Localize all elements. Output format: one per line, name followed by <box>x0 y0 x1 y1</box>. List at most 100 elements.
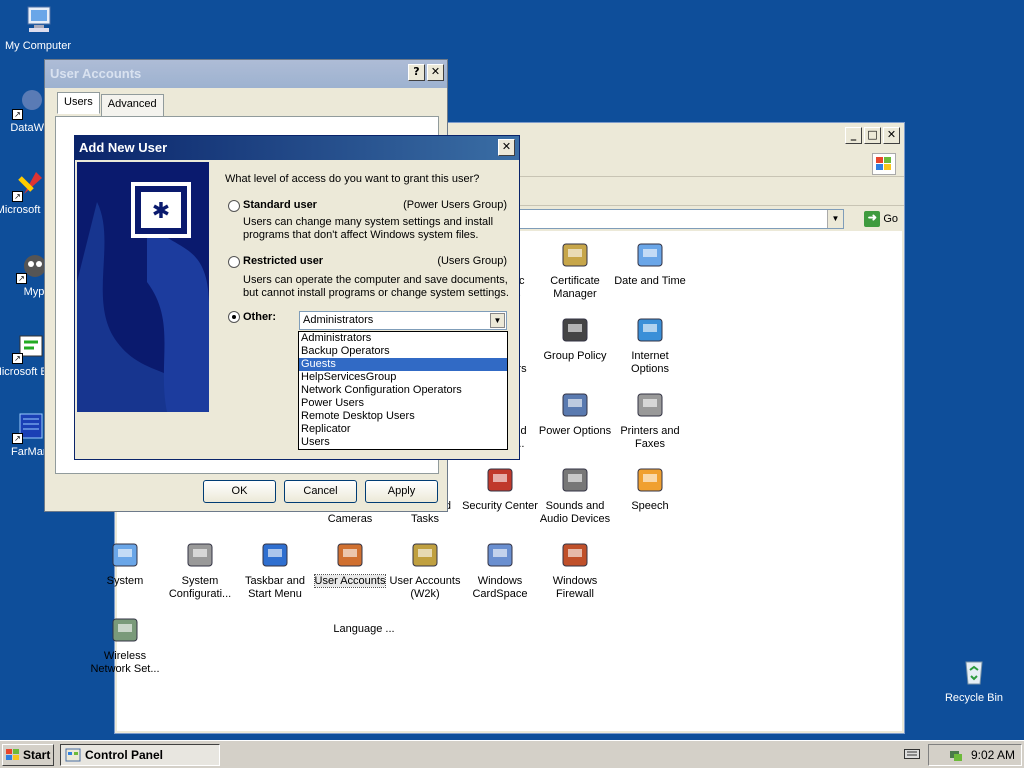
recycle-bin-icon <box>958 656 990 688</box>
internet-options-icon <box>634 314 666 346</box>
cp-item-windows-cardspace[interactable]: Windows CardSpace <box>461 539 539 601</box>
certificate-icon <box>559 239 591 271</box>
cp-item-system[interactable]: System <box>86 539 164 588</box>
svg-text:✱: ✱ <box>152 199 170 224</box>
cp-item-user-accounts-w2k[interactable]: User Accounts (W2k) <box>386 539 464 601</box>
cp-item-regional-language[interactable]: Language ... <box>325 623 403 636</box>
cancel-button[interactable]: Cancel <box>284 480 357 503</box>
cardspace-icon <box>484 539 516 571</box>
restricted-user-radio[interactable] <box>228 256 240 268</box>
user-accounts-w2k-icon <box>409 539 441 571</box>
cp-item-windows-firewall[interactable]: Windows Firewall <box>536 539 614 601</box>
close-button[interactable]: ✕ <box>883 127 900 144</box>
standard-user-desc: Users can change many system settings an… <box>243 216 494 241</box>
cp-item-taskbar-and-start-menu[interactable]: Taskbar and Start Menu <box>236 539 314 601</box>
farman-shortcut-icon: ↗ <box>12 410 46 444</box>
dropdown-option[interactable]: Users <box>299 436 507 449</box>
cp-item-label: Certificate Manager <box>550 275 600 300</box>
user-accounts-titlebar[interactable]: User Accounts <box>45 60 447 88</box>
cp-item-power-options[interactable]: Power Options <box>536 389 614 438</box>
cp-item-label: User Accounts (W2k) <box>389 575 461 600</box>
help-button[interactable]: ? <box>408 64 425 81</box>
cp-item-group-policy[interactable]: Group Policy <box>536 314 614 363</box>
sounds-icon <box>559 464 591 496</box>
tab-advanced[interactable]: Advanced <box>100 94 164 116</box>
cp-item-printers-and-faxes[interactable]: Printers and Faxes <box>611 389 689 451</box>
cp-item-label: Taskbar and Start Menu <box>245 575 305 600</box>
date-time-icon <box>634 239 666 271</box>
dropdown-option[interactable]: Administrators <box>299 332 507 345</box>
dropdown-option[interactable]: Replicator <box>299 423 507 436</box>
cp-item-date-and-time[interactable]: Date and Time <box>611 239 689 288</box>
maximize-button[interactable]: □ <box>864 127 881 144</box>
standard-user-radio[interactable] <box>228 200 240 212</box>
dropdown-option[interactable]: Guests <box>299 358 507 371</box>
standard-user-group: (Power Users Group) <box>403 199 507 211</box>
cp-item-label: Date and Time <box>614 275 686 287</box>
clock[interactable]: 9:02 AM <box>971 748 1015 762</box>
control-panel-icon <box>65 748 81 762</box>
cp-item-label: User Accounts <box>313 574 387 588</box>
dropdown-option[interactable]: HelpServicesGroup <box>299 371 507 384</box>
my-computer-icon <box>22 4 54 36</box>
taskbar: Start Control Panel 9:02 AM <box>0 740 1024 768</box>
add-new-user-titlebar[interactable]: Add New User <box>75 136 519 160</box>
group-dropdown-list[interactable]: Administrators Backup Operators Guests Help… <box>298 331 508 450</box>
combo-value: Administrators <box>303 314 374 326</box>
desktop-icon-label: My Computer <box>4 40 72 52</box>
apply-button[interactable]: Apply <box>365 480 438 503</box>
cp-item-wireless-network-set[interactable]: Wireless Network Set... <box>86 614 164 676</box>
cp-item-security-center[interactable]: Security Center <box>461 464 539 513</box>
cp-item-label: Power Options <box>538 425 612 437</box>
cp-item-user-accounts[interactable]: User Accounts <box>311 539 389 588</box>
cp-item-label: Group Policy <box>543 350 607 362</box>
chevron-down-icon[interactable]: ▼ <box>490 313 505 328</box>
minimize-button[interactable]: _ <box>845 127 862 144</box>
chevron-down-icon[interactable]: ▼ <box>827 210 843 228</box>
taskbar-button-control-panel[interactable]: Control Panel <box>60 744 220 766</box>
firewall-icon <box>559 539 591 571</box>
cp-item-sounds-and-audio-devices[interactable]: Sounds and Audio Devices <box>536 464 614 526</box>
dialog-title: Add New User <box>79 140 168 155</box>
cp-item-speech[interactable]: Speech <box>611 464 689 513</box>
vbasic-shortcut-icon: ↗ <box>12 330 46 364</box>
tab-users[interactable]: Users <box>57 92 100 114</box>
user-banner-image: ✱ <box>77 162 209 412</box>
restricted-user-desc: Users can operate the computer and save … <box>243 274 509 299</box>
taskbar-icon <box>259 539 291 571</box>
desktop-icon-recycle-bin[interactable]: Recycle Bin <box>936 656 1012 705</box>
keyboard-icon[interactable] <box>904 748 920 763</box>
cp-item-internet-options[interactable]: Internet Options <box>611 314 689 376</box>
dropdown-option[interactable]: Network Configuration Operators <box>299 384 507 397</box>
close-button[interactable]: ✕ <box>498 139 515 156</box>
power-icon <box>559 389 591 421</box>
cp-item-label: Windows CardSpace <box>472 575 528 600</box>
dropdown-option[interactable]: Backup Operators <box>299 345 507 358</box>
ok-button[interactable]: OK <box>203 480 276 503</box>
network-tray-icon[interactable] <box>949 748 963 762</box>
cp-item-label: System Configurati... <box>168 575 232 600</box>
other-title: Other: <box>243 311 276 323</box>
cp-item-certificate-manager[interactable]: Certificate Manager <box>536 239 614 301</box>
vcpp-shortcut-icon: ↗ <box>12 168 46 202</box>
cp-item-label: Language ... <box>333 623 395 635</box>
go-button[interactable]: ➜ Go <box>864 209 898 229</box>
security-center-icon <box>484 464 516 496</box>
go-arrow-icon: ➜ <box>864 211 881 227</box>
wireless-icon <box>109 614 141 646</box>
cp-item-label: Security Center <box>462 500 538 512</box>
cp-item-system-configurati[interactable]: System Configurati... <box>161 539 239 601</box>
desktop-icon-my-computer[interactable]: My Computer <box>0 4 76 53</box>
cp-item-label: Wireless Network Set... <box>90 650 160 675</box>
group-combobox[interactable]: Administrators ▼ <box>299 311 507 330</box>
datawa-shortcut-icon: ↗ <box>12 86 46 120</box>
task-label: Control Panel <box>85 748 164 762</box>
dropdown-option[interactable]: Remote Desktop Users <box>299 410 507 423</box>
cp-item-label: Printers and Faxes <box>620 425 680 450</box>
system-config-icon <box>184 539 216 571</box>
cp-item-label: Speech <box>631 500 669 512</box>
close-button[interactable]: ✕ <box>427 64 444 81</box>
start-button[interactable]: Start <box>2 744 54 766</box>
dropdown-option[interactable]: Power Users <box>299 397 507 410</box>
other-radio[interactable] <box>228 311 240 323</box>
